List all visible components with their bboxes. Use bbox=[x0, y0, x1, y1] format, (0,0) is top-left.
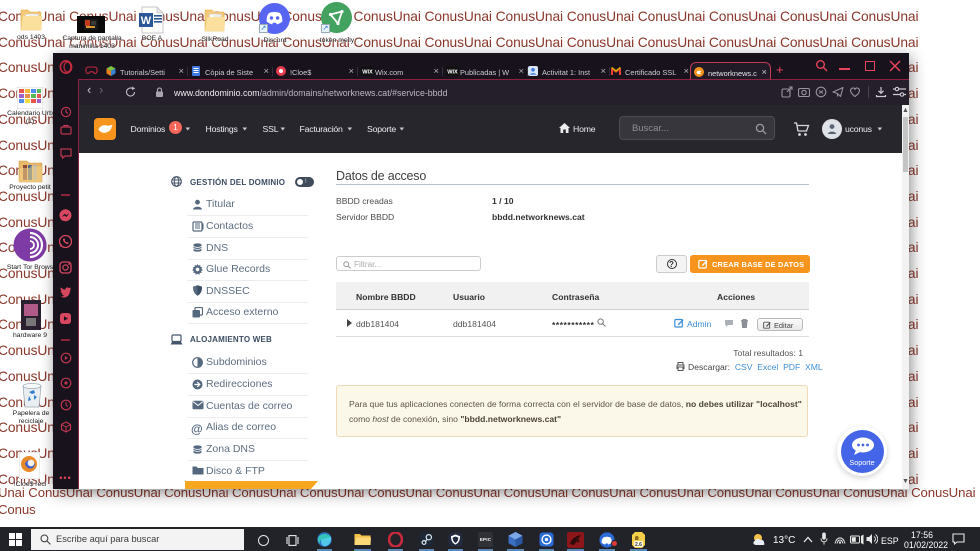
svg-text:2.6: 2.6 bbox=[635, 541, 642, 547]
svg-text:W: W bbox=[141, 15, 152, 27]
svg-text:WIX: WIX bbox=[447, 69, 458, 75]
svg-text:WIX: WIX bbox=[362, 69, 373, 75]
